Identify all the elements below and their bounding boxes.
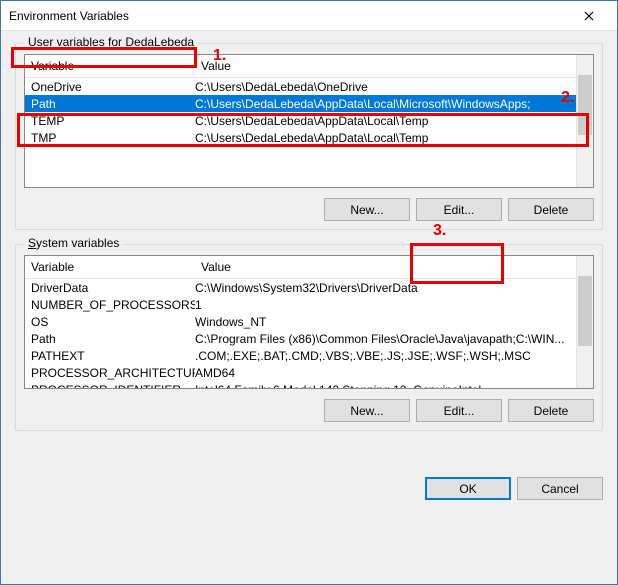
table-row[interactable]: PATHEXT.COM;.EXE;.BAT;.CMD;.VBS;.VBE;.JS… [25,347,593,364]
cell-value: C:\Users\DedaLebeda\AppData\Local\Temp [195,114,593,128]
user-variables-group: User variables for DedaLebeda Variable V… [15,43,603,230]
user-variables-label: User variables for DedaLebeda [24,35,198,49]
table-row[interactable]: TMPC:\Users\DedaLebeda\AppData\Local\Tem… [25,129,593,146]
dialog-footer: OK Cancel [1,477,617,514]
close-icon [584,11,594,21]
env-vars-dialog: Environment Variables User variables for… [0,0,618,585]
user-new-button[interactable]: New... [324,198,410,221]
table-row[interactable]: OneDriveC:\Users\DedaLebeda\OneDrive [25,78,593,95]
table-row[interactable]: PROCESSOR_IDENTIFIERIntel64 Family 6 Mod… [25,381,593,389]
table-row[interactable]: PROCESSOR_ARCHITECTUREAMD64 [25,364,593,381]
cell-value: 1 [195,298,593,312]
titlebar: Environment Variables [1,1,617,31]
table-row[interactable]: PathC:\Users\DedaLebeda\AppData\Local\Mi… [25,95,593,112]
user-list-header: Variable Value [25,55,593,78]
table-row[interactable]: PathC:\Program Files (x86)\Common Files\… [25,330,593,347]
scrollbar[interactable] [576,256,593,388]
col-value[interactable]: Value [195,55,593,77]
cell-value: C:\Users\DedaLebeda\AppData\Local\Temp [195,131,593,145]
cell-value: Intel64 Family 6 Model 142 Stepping 12, … [195,383,593,390]
window-title: Environment Variables [9,9,569,23]
system-list-header: Variable Value [25,256,593,279]
col-value[interactable]: Value [195,256,593,278]
cell-variable: PROCESSOR_IDENTIFIER [25,383,195,390]
cell-variable: Path [25,97,195,111]
cell-variable: DriverData [25,281,195,295]
col-variable[interactable]: Variable [25,55,195,77]
system-delete-button[interactable]: Delete [508,399,594,422]
system-buttons: New... Edit... Delete [24,399,594,422]
content-area: User variables for DedaLebeda Variable V… [1,31,617,455]
cell-variable: TEMP [25,114,195,128]
cell-value: C:\Users\DedaLebeda\AppData\Local\Micros… [195,97,593,111]
cancel-button[interactable]: Cancel [517,477,603,500]
system-variables-list[interactable]: Variable Value DriverDataC:\Windows\Syst… [24,255,594,389]
system-variables-label: System variables [24,236,123,250]
cell-variable: PATHEXT [25,349,195,363]
ok-button[interactable]: OK [425,477,511,500]
table-row[interactable]: OSWindows_NT [25,313,593,330]
cell-variable: OS [25,315,195,329]
cell-variable: Path [25,332,195,346]
system-new-button[interactable]: New... [324,399,410,422]
cell-value: .COM;.EXE;.BAT;.CMD;.VBS;.VBE;.JS;.JSE;.… [195,349,593,363]
cell-value: Windows_NT [195,315,593,329]
user-delete-button[interactable]: Delete [508,198,594,221]
col-variable[interactable]: Variable [25,256,195,278]
table-row[interactable]: DriverDataC:\Windows\System32\Drivers\Dr… [25,279,593,296]
cell-variable: TMP [25,131,195,145]
scrollbar[interactable] [576,55,593,187]
table-row[interactable]: NUMBER_OF_PROCESSORS1 [25,296,593,313]
cell-value: C:\Program Files (x86)\Common Files\Orac… [195,332,593,346]
user-buttons: New... Edit... Delete [24,198,594,221]
cell-value: C:\Users\DedaLebeda\OneDrive [195,80,593,94]
user-edit-button[interactable]: Edit... [416,198,502,221]
table-row[interactable]: TEMPC:\Users\DedaLebeda\AppData\Local\Te… [25,112,593,129]
cell-variable: OneDrive [25,80,195,94]
cell-value: C:\Windows\System32\Drivers\DriverData [195,281,593,295]
cell-variable: PROCESSOR_ARCHITECTURE [25,366,195,380]
user-variables-list[interactable]: Variable Value OneDriveC:\Users\DedaLebe… [24,54,594,188]
close-button[interactable] [569,2,609,30]
cell-variable: NUMBER_OF_PROCESSORS [25,298,195,312]
system-edit-button[interactable]: Edit... [416,399,502,422]
cell-value: AMD64 [195,366,593,380]
system-variables-group: System variables Variable Value DriverDa… [15,244,603,431]
